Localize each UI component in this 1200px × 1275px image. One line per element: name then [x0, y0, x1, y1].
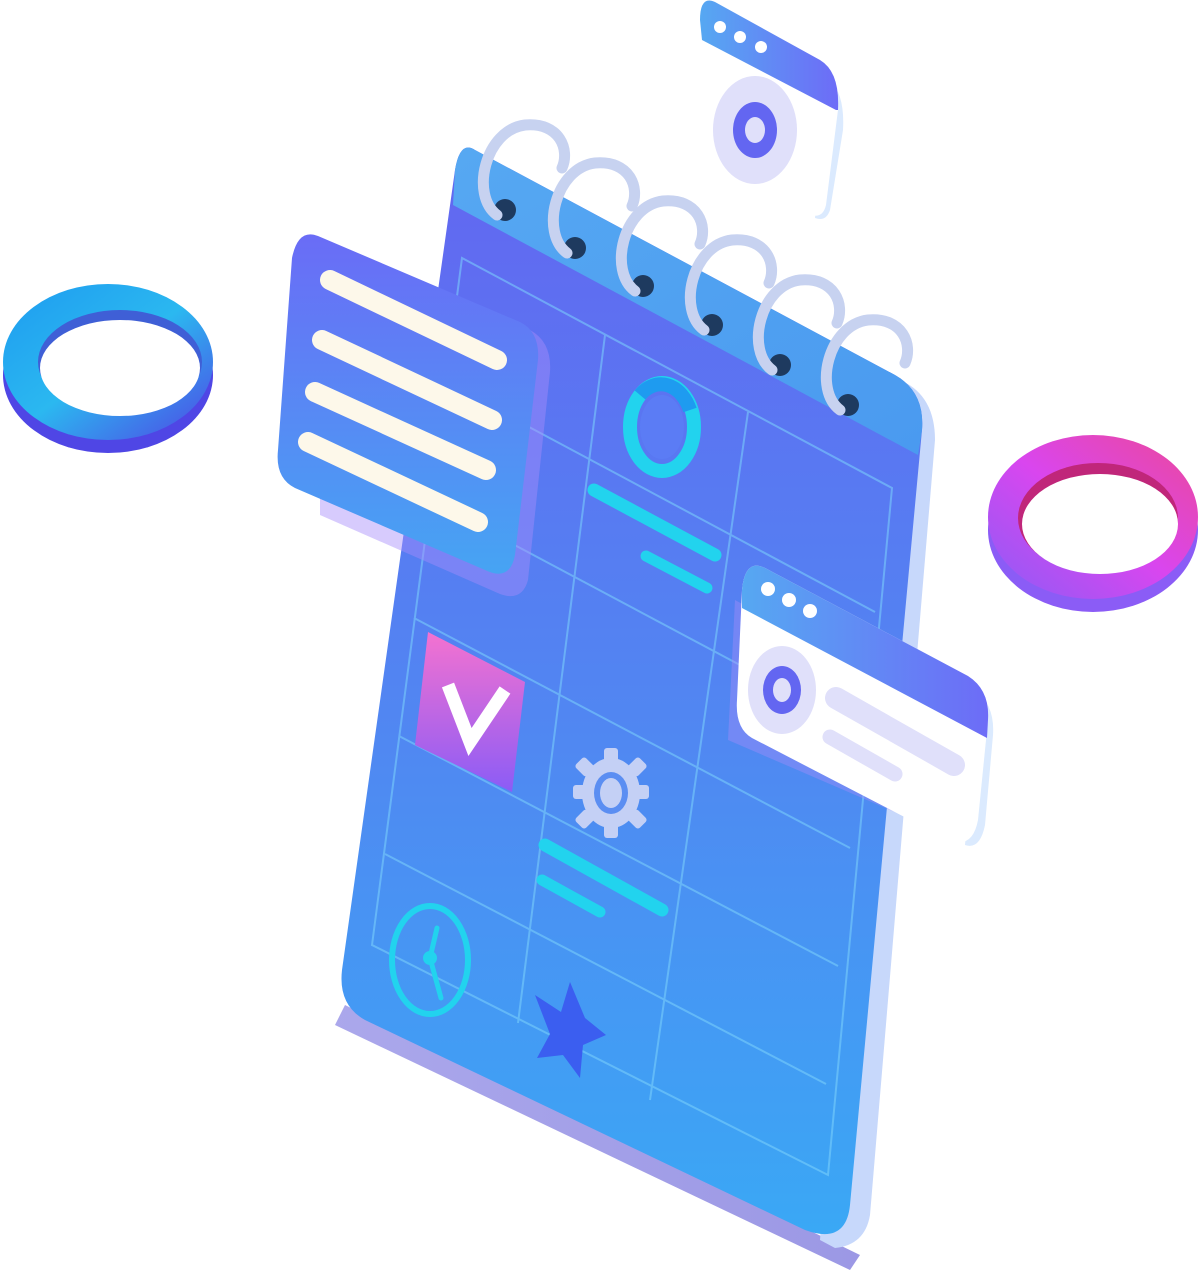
gear-icon [573, 748, 649, 838]
ring-icon [3, 284, 213, 453]
calendar-illustration [3, 0, 1198, 1270]
browser-window-icon [700, 0, 844, 219]
ring-icon [988, 435, 1198, 612]
